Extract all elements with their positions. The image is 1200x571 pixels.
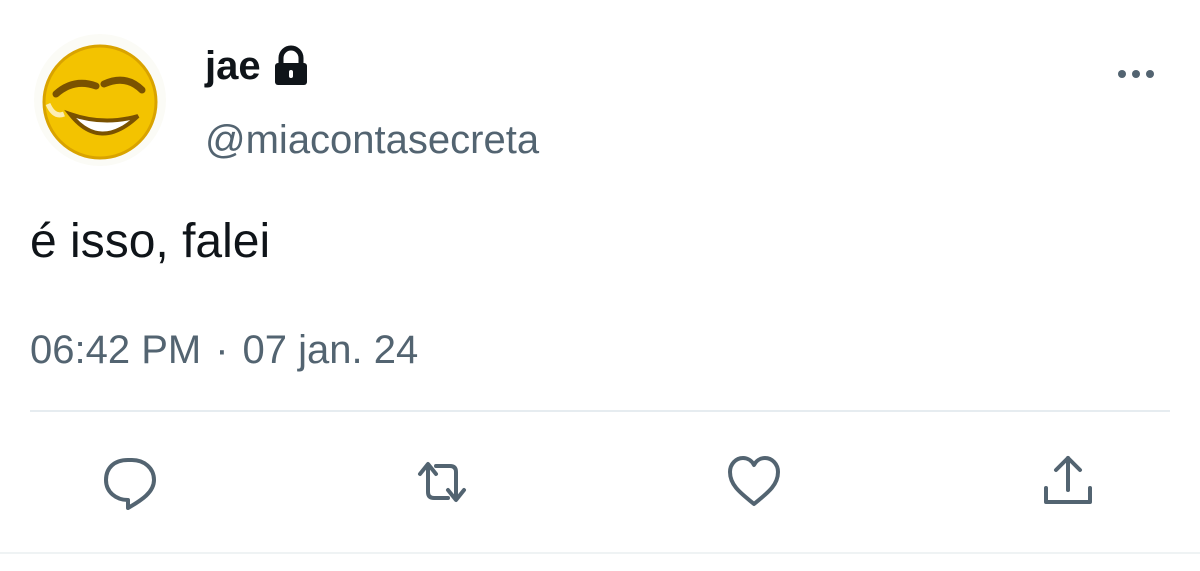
heart-icon: [728, 456, 780, 506]
laughing-emoji-avatar: [42, 44, 158, 160]
tweet-time[interactable]: 06:42 PM: [30, 328, 201, 373]
lock-icon: [269, 44, 313, 88]
user-handle[interactable]: @miacontasecreta: [205, 118, 539, 163]
action-bar: [0, 450, 1200, 514]
divider: [30, 410, 1170, 412]
reply-icon: [104, 458, 156, 510]
tweet-text: é isso, falei: [30, 215, 271, 268]
display-name-row: jae: [205, 40, 313, 92]
tweet-date[interactable]: 07 jan. 24: [243, 328, 419, 373]
tweet-timestamp: 06:42 PM · 07 jan. 24: [30, 328, 418, 373]
retweet-button[interactable]: [410, 450, 474, 514]
retweet-icon: [418, 462, 466, 502]
reply-button[interactable]: [98, 450, 162, 514]
share-icon: [1044, 456, 1092, 504]
share-button[interactable]: [1036, 450, 1100, 514]
bottom-divider: [0, 552, 1200, 554]
timestamp-separator: ·: [215, 328, 229, 372]
more-icon[interactable]: [1112, 56, 1164, 92]
avatar[interactable]: [34, 34, 166, 166]
display-name[interactable]: jae: [205, 44, 261, 89]
like-button[interactable]: [722, 450, 786, 514]
tweet-card: jae @miacontasecreta é isso, falei 06:42…: [0, 0, 1200, 571]
